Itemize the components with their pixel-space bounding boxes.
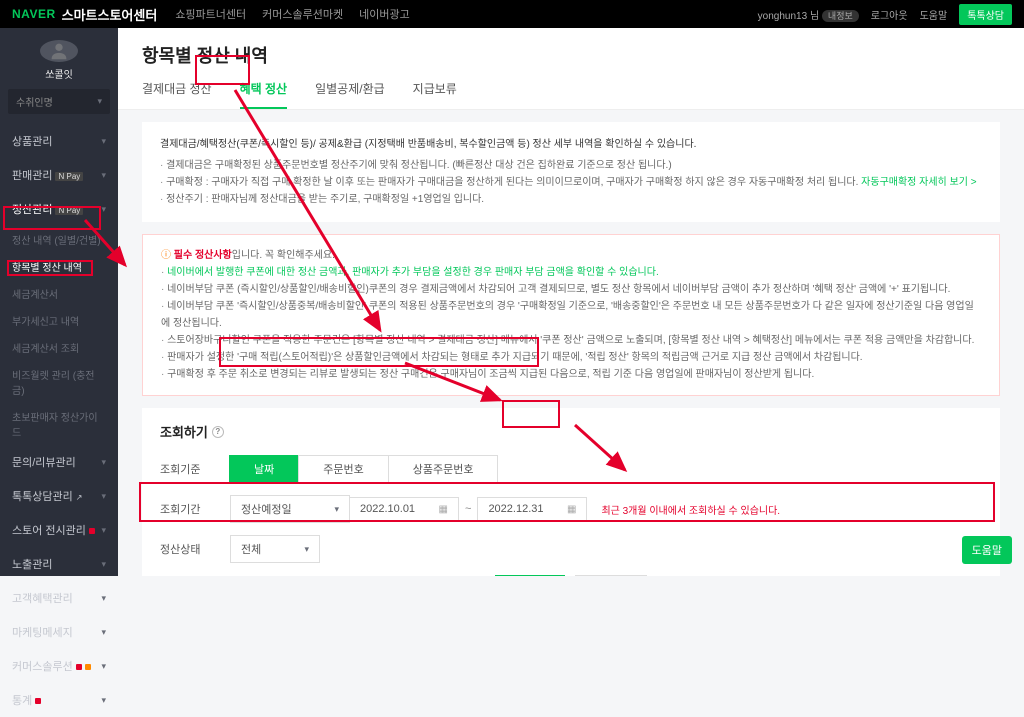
chevron-down-icon: ▾ [97, 96, 102, 107]
status-select[interactable]: 전체▾ [230, 535, 320, 563]
sidebar-item[interactable]: 초보판매자 정산가이드 [0, 403, 118, 445]
label-status: 정산상태 [160, 541, 230, 557]
warn-line: 네이버부담 쿠폰 (즉시할인/상품할인/배송비할인)쿠폰의 경우 결제금액에서 … [161, 281, 981, 298]
sidebar-item[interactable]: 마케팅메세지▾ [0, 615, 118, 649]
warn-heading: 필수 정산사항 [174, 250, 232, 261]
top-link[interactable]: 쇼핑파트너센터 [175, 6, 246, 22]
date-to-input[interactable]: 2022.12.31▦ [477, 497, 587, 521]
tab-benefit[interactable]: 혜택 정산 [240, 80, 288, 109]
sidebar-item[interactable]: 스토어 전시관리▾ [0, 513, 118, 547]
tabs: 결제대금 정산 혜택 정산 일별공제/환급 지급보류 [142, 80, 1000, 109]
top-bar: NAVER 스마트스토어센터 쇼핑파트너센터 커머스솔루션마켓 네이버광고 yo… [0, 0, 1024, 28]
sidebar-item[interactable]: 세금계산서 조회 [0, 334, 118, 361]
sidebar-item[interactable]: 상품관리▾ [0, 124, 118, 158]
chevron-down-icon: ▾ [304, 544, 309, 555]
top-links: 쇼핑파트너센터 커머스솔루션마켓 네이버광고 [175, 6, 409, 22]
calendar-icon: ▦ [439, 504, 448, 515]
warn-line: 네이버부담 쿠폰 '즉시할인/상품중복/배송비할인' 쿠폰의 적용된 상품주문번… [161, 298, 981, 332]
sidebar-item[interactable]: 항목별 정산 내역 [0, 253, 118, 280]
sidebar: 쏘콜잇 수취인명▾ 상품관리▾판매관리N Pay▾정산관리N Pay▾정산 내역… [0, 28, 118, 576]
sidebar-item[interactable]: 문의/리뷰관리▾ [0, 445, 118, 479]
top-link[interactable]: 커머스솔루션마켓 [262, 6, 343, 22]
notice-card: 결제대금/혜택정산(쿠폰/즉시할인 등)/ 공제&환급 (지정택배 반품배송비,… [142, 122, 1000, 222]
label-basis: 조회기준 [160, 461, 230, 477]
notice-line: 정산주기 : 판매자님께 정산대금을 받는 주기로, 구매확정일 +1영업일 입… [160, 191, 982, 208]
top-link[interactable]: 네이버광고 [359, 6, 410, 22]
seller-name[interactable]: 쏘콜잇 [0, 66, 118, 81]
period-note: 최근 3개월 이내에서 조회하실 수 있습니다. [601, 502, 780, 517]
naver-logo: NAVER [12, 7, 56, 21]
warn-line: 스토어장바구니할인 쿠폰을 적용한 주문건은 [항목별 정산 내역 > 결제대금… [161, 332, 981, 349]
warn-line: 판매자가 설정한 '구매 적립(스토어적립)'은 상품할인금액에서 차감되는 형… [161, 349, 981, 366]
seg-order[interactable]: 주문번호 [298, 455, 388, 483]
sidebar-item[interactable]: 판매관리N Pay▾ [0, 158, 118, 192]
sidebar-item[interactable]: 부가세신고 내역 [0, 307, 118, 334]
tab-hold[interactable]: 지급보류 [413, 80, 457, 109]
quick-select[interactable]: 수취인명▾ [8, 89, 110, 114]
seg-date[interactable]: 날짜 [229, 455, 299, 483]
floating-help-button[interactable]: 도움말 [962, 536, 1012, 564]
filter-panel: 조회하기? 조회기준 날짜 주문번호 상품주문번호 조회기간 정산예정일▾ 20… [142, 408, 1000, 576]
sidebar-item[interactable]: 톡톡상담관리 ↗▾ [0, 479, 118, 513]
segment-basis: 날짜 주문번호 상품주문번호 [230, 455, 498, 483]
warn-line: 구매확정 후 주문 취소로 변경되는 리뷰로 발생되는 정산 구매건은 구매자님… [161, 366, 981, 383]
logout-link[interactable]: 로그아웃 [871, 7, 908, 22]
help-icon[interactable]: ? [212, 426, 224, 438]
notice-heading: 결제대금/혜택정산(쿠폰/즉시할인 등)/ 공제&환급 (지정택배 반품배송비,… [160, 136, 982, 153]
sidebar-item[interactable]: 커머스솔루션▾ [0, 649, 118, 683]
notice-line: 결제대금은 구매확정된 상품주문번호별 정산주기에 맞춰 정산됩니다. (빠른정… [160, 157, 982, 174]
filter-heading: 조회하기 [160, 422, 208, 441]
sidebar-item[interactable]: 세금계산서 [0, 280, 118, 307]
tab-payment[interactable]: 결제대금 정산 [142, 80, 212, 109]
notice-line: 구매확정 : 구매자가 직접 구매 확정한 날 이후 또는 판매자가 구매대금을… [166, 177, 858, 188]
brand[interactable]: 스마트스토어센터 [62, 5, 158, 24]
warn-card: ⓘ 필수 정산사항입니다. 꼭 확인해주세요. 네이버에서 발행한 쿠폰에 대한… [142, 234, 1000, 396]
user-id[interactable]: yonghun13 [758, 11, 808, 22]
calendar-icon: ▦ [567, 504, 576, 515]
main-area: 항목별 정산 내역 결제대금 정산 혜택 정산 일별공제/환급 지급보류 결제대… [118, 28, 1024, 576]
auto-confirm-link[interactable]: 자동구매확정 자세히 보기 > [861, 177, 976, 188]
avatar[interactable] [40, 40, 78, 62]
info-icon: ⓘ [161, 250, 174, 261]
myinfo-chip[interactable]: 내정보 [822, 10, 859, 22]
sidebar-item[interactable]: 정산관리N Pay▾ [0, 192, 118, 226]
warn-line: 네이버에서 발행한 쿠폰에 대한 정산 금액과, 판매자가 추가 부담을 설정한… [161, 264, 981, 281]
help-link[interactable]: 도움말 [920, 7, 948, 22]
page-title: 항목별 정산 내역 [142, 42, 1000, 68]
sidebar-item[interactable]: 고객혜택관리▾ [0, 581, 118, 615]
chevron-down-icon: ▾ [334, 504, 339, 515]
label-period: 조회기간 [160, 501, 230, 517]
date-type-select[interactable]: 정산예정일▾ [230, 495, 350, 523]
sidebar-item[interactable]: 통계▾ [0, 683, 118, 717]
talk-button[interactable]: 톡톡상담 [959, 4, 1012, 25]
sidebar-item[interactable]: 정산 내역 (일별/건별) [0, 226, 118, 253]
tab-deduction[interactable]: 일별공제/환급 [315, 80, 385, 109]
sidebar-item[interactable]: 비즈월렛 관리 (충전금) [0, 361, 118, 403]
date-from-input[interactable]: 2022.10.01▦ [349, 497, 459, 521]
seg-product-order[interactable]: 상품주문번호 [388, 455, 499, 483]
